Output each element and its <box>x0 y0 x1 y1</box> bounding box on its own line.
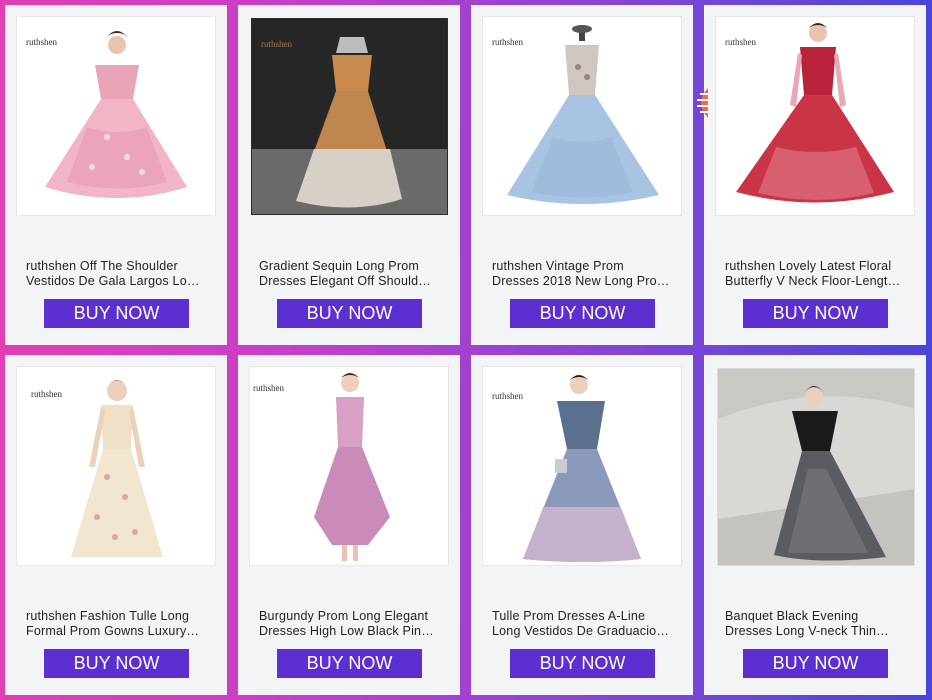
product-title[interactable]: Banquet Black Evening Dresses Long V-nec… <box>725 609 911 639</box>
buy-now-button[interactable]: BUY NOW <box>510 649 655 678</box>
buy-now-button[interactable]: BUY NOW <box>44 649 189 678</box>
watermark-text: ruthshen <box>725 37 756 47</box>
buy-now-button[interactable]: BUY NOW <box>743 649 888 678</box>
product-title[interactable]: ruthshen Lovely Latest Floral Butterfly … <box>725 259 911 289</box>
buy-now-button[interactable]: BUY NOW <box>510 299 655 328</box>
product-card[interactable]: ruthshen Gradient Sequin Long Prom Dress… <box>238 5 460 345</box>
product-card[interactable]: ruthshen Burgundy Prom Long Elegant Dres… <box>238 355 460 695</box>
product-title[interactable]: ruthshen Fashion Tulle Long Formal Prom … <box>26 609 212 639</box>
black-evening-dress-image <box>718 369 914 565</box>
decorative-stripe-icon <box>697 88 708 118</box>
pink-high-low-dress-image <box>314 373 390 561</box>
product-title[interactable]: Tulle Prom Dresses A-Line Long Vestidos … <box>492 609 678 639</box>
product-image[interactable]: ruthshen <box>249 366 449 566</box>
product-image[interactable]: ruthshen <box>251 18 448 215</box>
product-card[interactable]: ruthshen Tulle Prom Dresses A-Line Long … <box>471 355 693 695</box>
product-image[interactable]: ruthshen <box>482 366 682 566</box>
product-image[interactable]: ruthshen <box>16 366 216 566</box>
watermark-text: ruthshen <box>253 383 284 393</box>
product-title[interactable]: ruthshen Off The Shoulder Vestidos De Ga… <box>26 259 212 289</box>
product-image[interactable]: ruthshen <box>482 16 682 216</box>
product-grid: ruthshen ruthshen Off The Shoulder Vesti… <box>5 5 927 695</box>
product-title[interactable]: Burgundy Prom Long Elegant Dresses High … <box>259 609 445 639</box>
product-title[interactable]: ruthshen Vintage Prom Dresses 2018 New L… <box>492 259 678 289</box>
product-card[interactable]: ruthshen ruthshen Off The Shoulder Vesti… <box>5 5 227 345</box>
buy-now-button[interactable]: BUY NOW <box>277 299 422 328</box>
buy-now-button[interactable]: BUY NOW <box>277 649 422 678</box>
product-image[interactable]: ruthshen <box>715 16 915 216</box>
product-card[interactable]: ruthshen ruthshen Fashion Tulle Long For… <box>5 355 227 695</box>
watermark-text: ruthshen <box>26 37 57 47</box>
product-image[interactable] <box>717 368 915 566</box>
product-card[interactable]: Banquet Black Evening Dresses Long V-nec… <box>704 355 926 695</box>
watermark-text: ruthshen <box>492 391 523 401</box>
watermark-text: ruthshen <box>492 37 523 47</box>
buy-now-button[interactable]: BUY NOW <box>44 299 189 328</box>
buy-now-button[interactable]: BUY NOW <box>743 299 888 328</box>
product-title[interactable]: Gradient Sequin Long Prom Dresses Elegan… <box>259 259 445 289</box>
product-image[interactable]: ruthshen <box>16 16 216 216</box>
product-card[interactable]: ruthshen ruthshen Lovely Latest Floral B… <box>704 5 926 345</box>
watermark-text: ruthshen <box>261 39 292 49</box>
product-card[interactable]: ruthshen ruthshen Vintage Prom Dresses 2… <box>471 5 693 345</box>
watermark-text: ruthshen <box>31 389 62 399</box>
